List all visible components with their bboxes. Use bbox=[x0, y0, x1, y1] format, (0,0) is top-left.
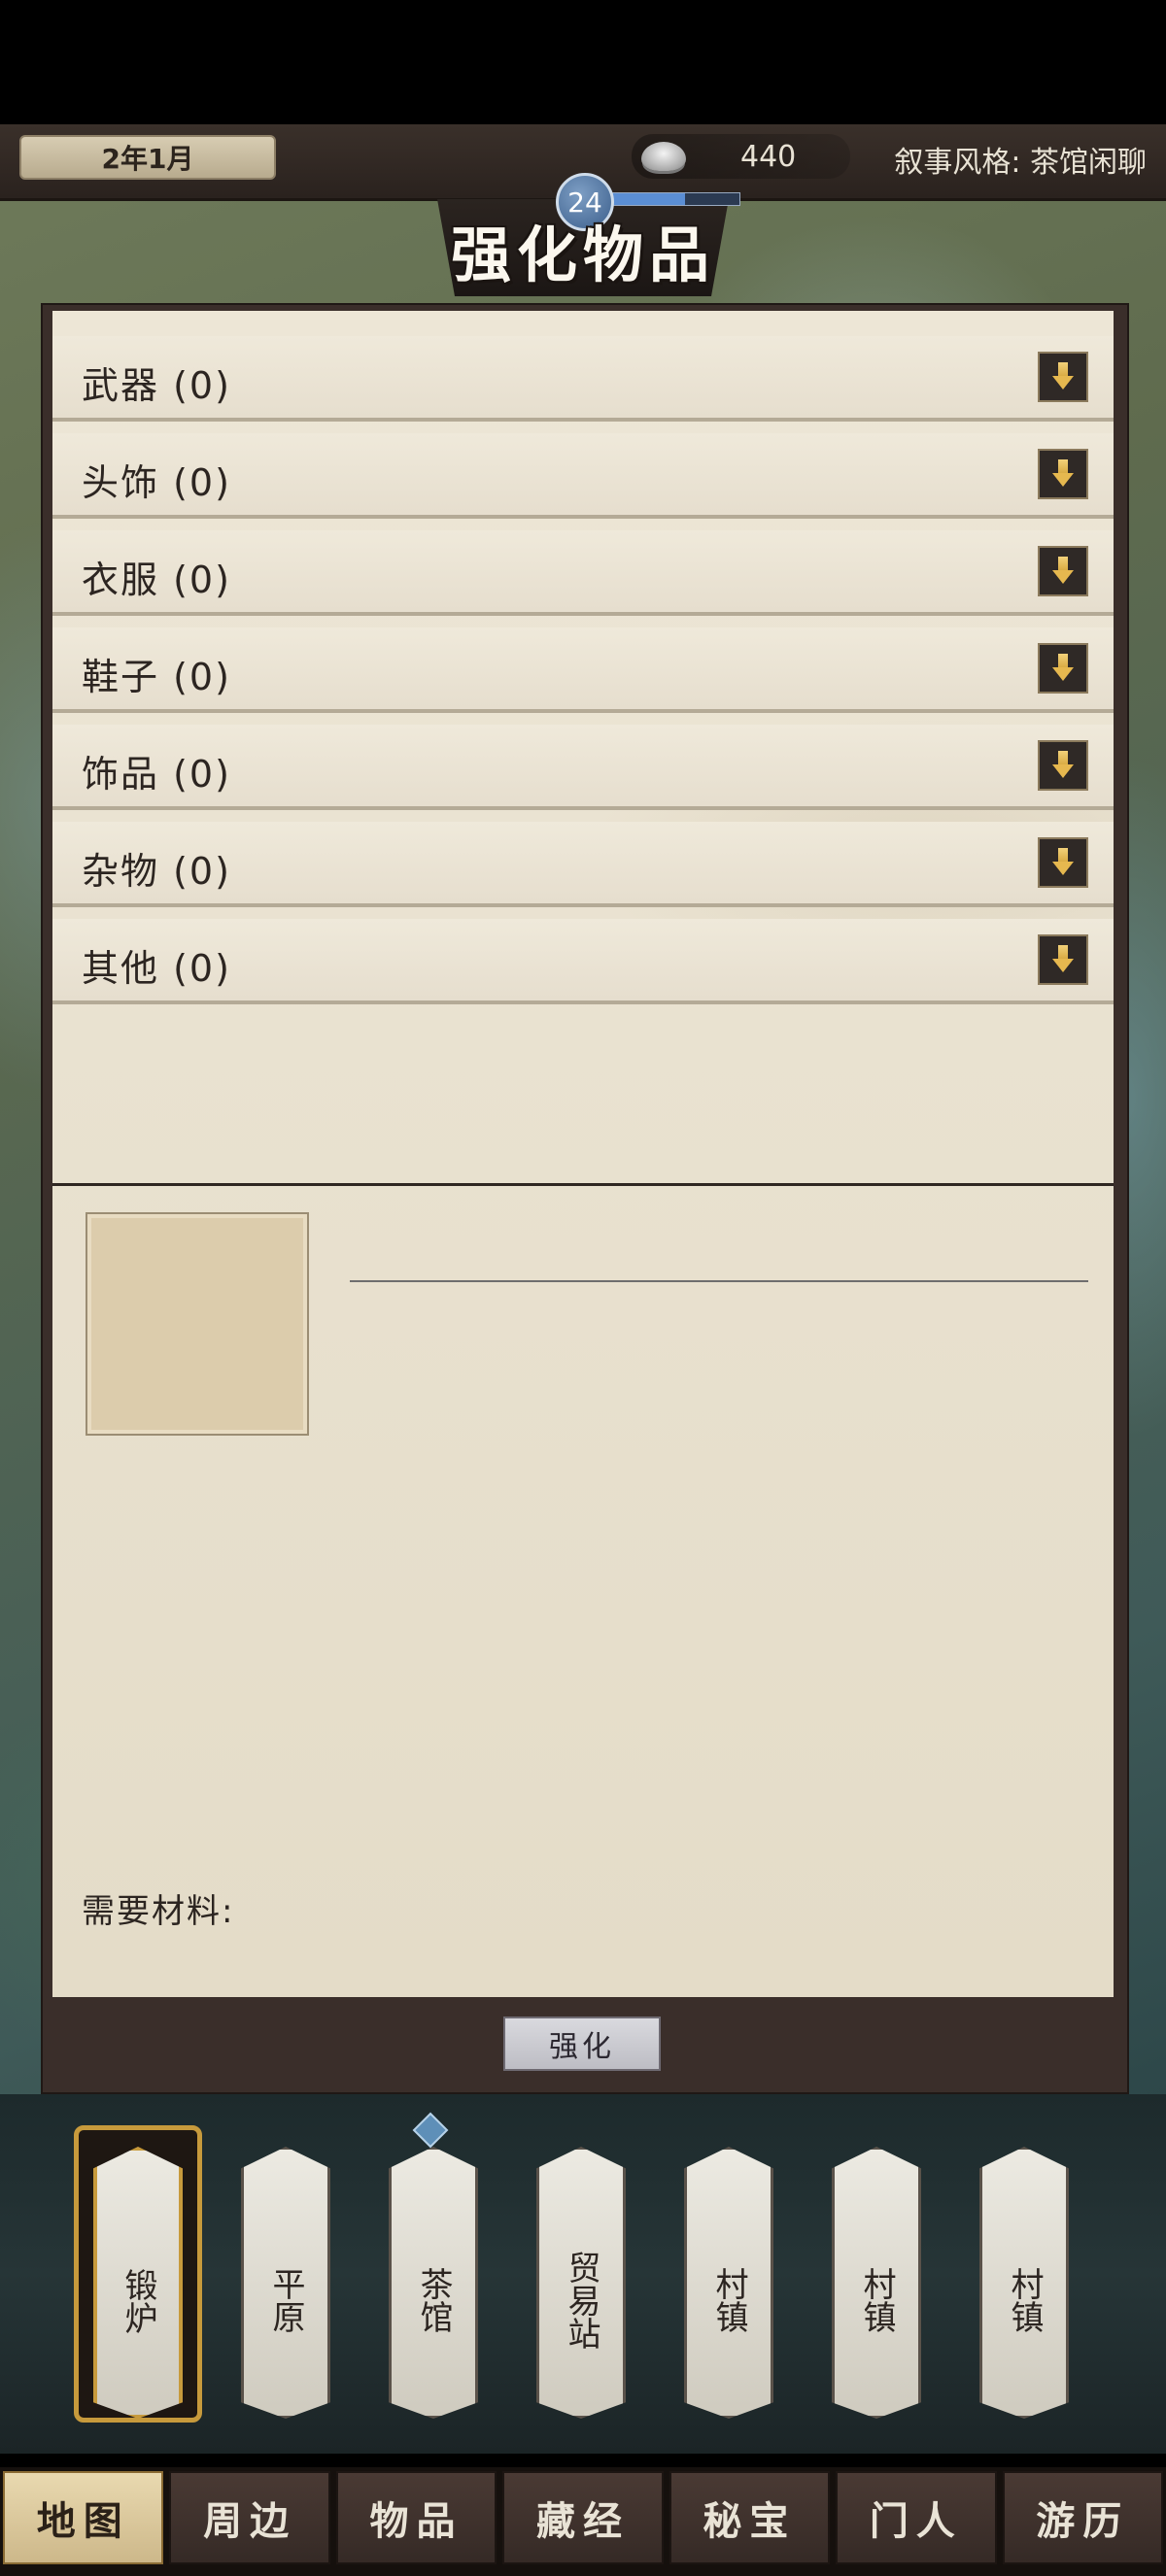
location-label: 茶馆 bbox=[414, 2267, 453, 2333]
nav-tab[interactable]: 物品 bbox=[335, 2471, 497, 2564]
location-label: 贸易站 bbox=[562, 2251, 600, 2350]
expand-button[interactable] bbox=[1038, 546, 1088, 596]
category-label: 饰品 (0) bbox=[82, 753, 231, 796]
currency-display: 440 bbox=[632, 134, 850, 179]
selected-item-slot[interactable] bbox=[86, 1212, 309, 1436]
location-card[interactable]: 平原 bbox=[241, 2147, 330, 2419]
down-arrow-icon bbox=[1052, 848, 1074, 877]
category-row[interactable]: 头饰 (0) bbox=[52, 433, 1114, 519]
location-card[interactable]: 村镇 bbox=[979, 2147, 1069, 2419]
expand-button[interactable] bbox=[1038, 837, 1088, 888]
down-arrow-icon bbox=[1052, 362, 1074, 391]
bottom-navigation: 地图 周边 物品 藏经 秘宝 门人 游历 bbox=[0, 2467, 1166, 2576]
section-divider bbox=[52, 1183, 1114, 1186]
expand-button[interactable] bbox=[1038, 352, 1088, 402]
category-row[interactable]: 武器 (0) bbox=[52, 336, 1114, 422]
category-row[interactable]: 饰品 (0) bbox=[52, 725, 1114, 810]
location-card[interactable]: 村镇 bbox=[684, 2147, 773, 2419]
location-card[interactable]: 贸易站 bbox=[536, 2147, 626, 2419]
category-label: 衣服 (0) bbox=[82, 559, 231, 601]
category-label: 武器 (0) bbox=[82, 364, 231, 407]
category-label: 其他 (0) bbox=[82, 947, 231, 990]
date-text: 2年1月 bbox=[101, 143, 194, 175]
down-arrow-icon bbox=[1052, 459, 1074, 489]
enhance-button[interactable]: 强化 bbox=[503, 2017, 661, 2071]
location-label: 村镇 bbox=[857, 2267, 896, 2333]
location-card[interactable]: 锻炉 bbox=[93, 2147, 183, 2419]
down-arrow-icon bbox=[1052, 945, 1074, 974]
expand-button[interactable] bbox=[1038, 449, 1088, 499]
location-card[interactable]: 村镇 bbox=[832, 2147, 921, 2419]
category-row[interactable]: 鞋子 (0) bbox=[52, 627, 1114, 713]
level-progress-bar bbox=[602, 192, 740, 206]
category-label: 鞋子 (0) bbox=[82, 656, 231, 698]
nav-tab[interactable]: 门人 bbox=[836, 2471, 997, 2564]
required-materials-label: 需要材料: bbox=[82, 1892, 235, 1931]
nav-tab[interactable]: 周边 bbox=[169, 2471, 330, 2564]
enhance-button-label: 强化 bbox=[549, 2030, 615, 2064]
nav-tab[interactable]: 秘宝 bbox=[669, 2471, 831, 2564]
nav-tab[interactable]: 游历 bbox=[1002, 2471, 1163, 2564]
item-name-line bbox=[350, 1280, 1088, 1282]
currency-value: 440 bbox=[740, 139, 797, 174]
location-label: 平原 bbox=[266, 2267, 305, 2333]
category-row[interactable]: 杂物 (0) bbox=[52, 822, 1114, 907]
location-label: 村镇 bbox=[709, 2267, 748, 2333]
nav-tab[interactable]: 地图 bbox=[3, 2471, 164, 2564]
location-label: 村镇 bbox=[1005, 2267, 1044, 2333]
location-label: 锻炉 bbox=[119, 2268, 157, 2334]
down-arrow-icon bbox=[1052, 654, 1074, 683]
location-card[interactable]: 茶馆 bbox=[389, 2147, 478, 2419]
nav-tab[interactable]: 藏经 bbox=[502, 2471, 664, 2564]
category-label: 头饰 (0) bbox=[82, 461, 231, 504]
down-arrow-icon bbox=[1052, 751, 1074, 780]
category-label: 杂物 (0) bbox=[82, 850, 231, 893]
down-arrow-icon bbox=[1052, 557, 1074, 586]
expand-button[interactable] bbox=[1038, 740, 1088, 791]
page-title: 强化物品 bbox=[450, 220, 715, 290]
expand-button[interactable] bbox=[1038, 934, 1088, 985]
silver-ingot-icon bbox=[641, 142, 686, 171]
level-progress-fill bbox=[603, 193, 685, 205]
narrative-style-label[interactable]: 叙事风格: 茶馆闲聊 bbox=[894, 138, 1147, 181]
category-row[interactable]: 其他 (0) bbox=[52, 919, 1114, 1004]
date-display: 2年1月 bbox=[19, 135, 276, 180]
expand-button[interactable] bbox=[1038, 643, 1088, 694]
category-row[interactable]: 衣服 (0) bbox=[52, 530, 1114, 616]
